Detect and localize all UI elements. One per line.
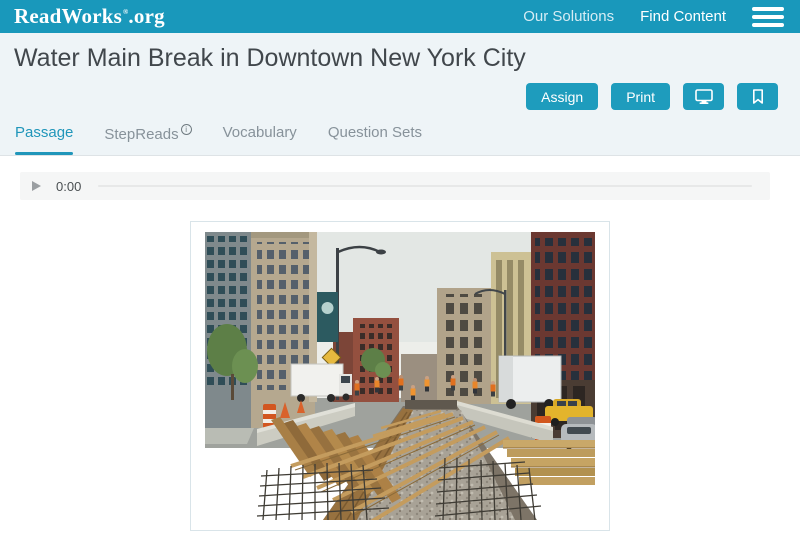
page-header-section: Water Main Break in Downtown New York Ci… (0, 33, 800, 156)
digital-view-button[interactable] (683, 83, 724, 110)
top-header: ReadWorks®.org Our Solutions Find Conten… (0, 0, 800, 33)
bookmark-icon (752, 89, 764, 104)
nav-find-content[interactable]: Find Content (640, 8, 726, 25)
monitor-icon (694, 89, 713, 104)
hamburger-menu-icon[interactable] (752, 5, 784, 29)
print-button[interactable]: Print (611, 83, 670, 110)
audio-elapsed-time: 0:00 (56, 178, 82, 194)
tab-question-sets[interactable]: Question Sets (328, 116, 422, 155)
assign-button[interactable]: Assign (526, 83, 599, 110)
info-icon[interactable]: i (180, 124, 192, 135)
tab-stepreads[interactable]: StepReads i (104, 116, 192, 155)
passage-photo-card (190, 221, 610, 531)
play-icon[interactable] (32, 181, 41, 191)
page-title: Water Main Break in Downtown New York Ci… (14, 44, 526, 72)
nav-our-solutions[interactable]: Our Solutions (523, 8, 614, 25)
content-tabs: Passage StepReads i Vocabulary Question S… (0, 116, 800, 155)
action-buttons-row: Assign Print (0, 72, 800, 110)
readworks-logo[interactable]: ReadWorks®.org (14, 6, 165, 27)
logo-tld: .org (128, 4, 165, 28)
passage-photo (205, 232, 595, 520)
audio-player[interactable]: 0:00 (20, 172, 770, 200)
tab-passage[interactable]: Passage (15, 116, 74, 155)
logo-text: ReadWorks (14, 4, 122, 28)
tab-vocabulary[interactable]: Vocabulary (223, 116, 297, 155)
bookmark-button[interactable] (737, 83, 778, 110)
top-nav: Our Solutions Find Content (523, 5, 784, 29)
audio-progress-track[interactable] (98, 185, 752, 187)
